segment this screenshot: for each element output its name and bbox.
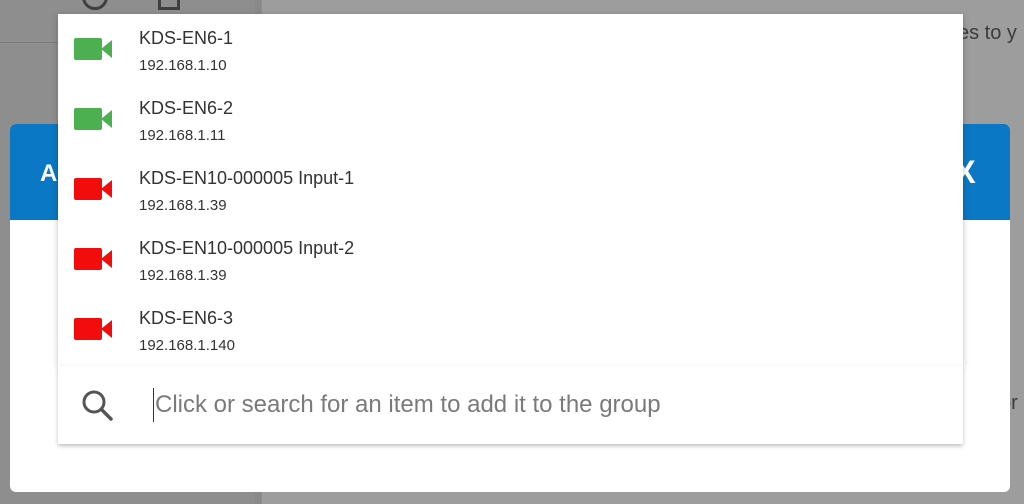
device-ip: 192.168.1.11	[139, 127, 226, 144]
background-text: es to y	[958, 22, 1017, 44]
device-ip: 192.168.1.10	[139, 57, 227, 74]
device-name: KDS-EN10-000005 Input-2	[139, 238, 355, 258]
device-dropdown-list: KDS-EN6-1 192.168.1.10 KDS-EN6-2 192.168.1.…	[58, 14, 963, 366]
camera-icon	[74, 108, 112, 130]
device-list-item[interactable]: KDS-EN6-3 192.168.1.140	[58, 294, 963, 364]
device-list-item[interactable]: KDS-EN6-2 192.168.1.11	[58, 84, 963, 154]
item-search-bar	[58, 366, 963, 444]
document-icon	[158, 0, 180, 10]
camera-icon	[74, 248, 112, 270]
camera-icon	[74, 38, 112, 60]
search-input[interactable]	[153, 384, 935, 426]
device-name: KDS-EN6-1	[139, 28, 234, 48]
device-ip: 192.168.1.39	[139, 197, 227, 214]
search-icon[interactable]	[80, 388, 114, 422]
device-name: KDS-EN6-3	[139, 308, 234, 328]
dialog-title: A	[40, 160, 58, 187]
device-ip: 192.168.1.39	[139, 267, 227, 284]
device-ip: 192.168.1.140	[139, 337, 235, 354]
camera-icon	[74, 318, 112, 340]
device-name: KDS-EN10-000005 Input-1	[139, 168, 355, 188]
camera-icon	[74, 178, 112, 200]
device-list-item[interactable]: KDS-EN6-1 192.168.1.10	[58, 14, 963, 84]
device-list-item[interactable]: KDS-EN10-000005 Input-2 192.168.1.39	[58, 224, 963, 294]
device-name: KDS-EN6-2	[139, 98, 234, 118]
device-list-item[interactable]: KDS-EN10-000005 Input-1 192.168.1.39	[58, 154, 963, 224]
